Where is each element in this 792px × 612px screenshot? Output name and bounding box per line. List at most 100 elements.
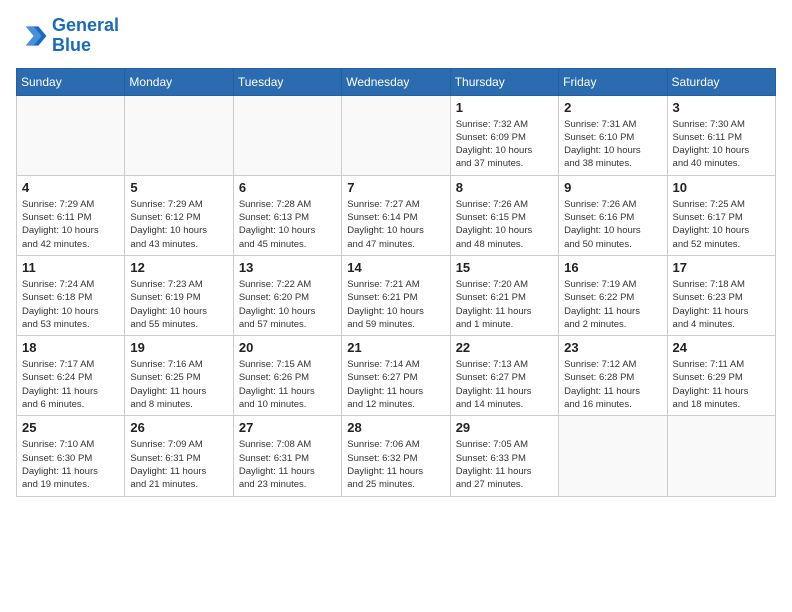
calendar-cell: 21 Sunrise: 7:14 AM Sunset: 6:27 PM Dayli… — [342, 336, 450, 416]
calendar-cell: 3 Sunrise: 7:30 AM Sunset: 6:11 PM Daylig… — [667, 95, 775, 175]
day-info: Sunrise: 7:22 AM Sunset: 6:20 PM Dayligh… — [239, 278, 336, 331]
day-info: Sunrise: 7:14 AM Sunset: 6:27 PM Dayligh… — [347, 358, 444, 411]
day-number: 9 — [564, 180, 661, 195]
calendar-cell: 10 Sunrise: 7:25 AM Sunset: 6:17 PM Dayli… — [667, 175, 775, 255]
weekday-header-sunday: Sunday — [17, 68, 125, 95]
day-info: Sunrise: 7:23 AM Sunset: 6:19 PM Dayligh… — [130, 278, 227, 331]
day-number: 11 — [22, 260, 119, 275]
weekday-header-wednesday: Wednesday — [342, 68, 450, 95]
calendar-week-row: 18 Sunrise: 7:17 AM Sunset: 6:24 PM Dayli… — [17, 336, 776, 416]
day-info: Sunrise: 7:21 AM Sunset: 6:21 PM Dayligh… — [347, 278, 444, 331]
calendar-cell: 9 Sunrise: 7:26 AM Sunset: 6:16 PM Daylig… — [559, 175, 667, 255]
day-number: 2 — [564, 100, 661, 115]
page-header: General Blue — [16, 16, 776, 56]
calendar-cell: 11 Sunrise: 7:24 AM Sunset: 6:18 PM Dayli… — [17, 255, 125, 335]
calendar-cell: 28 Sunrise: 7:06 AM Sunset: 6:32 PM Dayli… — [342, 416, 450, 496]
day-number: 26 — [130, 420, 227, 435]
day-number: 3 — [673, 100, 770, 115]
day-number: 29 — [456, 420, 553, 435]
calendar-cell: 20 Sunrise: 7:15 AM Sunset: 6:26 PM Dayli… — [233, 336, 341, 416]
calendar-cell: 8 Sunrise: 7:26 AM Sunset: 6:15 PM Daylig… — [450, 175, 558, 255]
calendar-cell: 23Sunrise: 7:12 AM Sunset: 6:28 PM Dayli… — [559, 336, 667, 416]
logo-icon — [16, 20, 48, 52]
day-info: Sunrise: 7:08 AM Sunset: 6:31 PM Dayligh… — [239, 438, 336, 491]
calendar-cell — [342, 95, 450, 175]
day-info: Sunrise: 7:19 AM Sunset: 6:22 PM Dayligh… — [564, 278, 661, 331]
calendar-cell: 27 Sunrise: 7:08 AM Sunset: 6:31 PM Dayli… — [233, 416, 341, 496]
day-number: 19 — [130, 340, 227, 355]
calendar-cell: 5 Sunrise: 7:29 AM Sunset: 6:12 PM Daylig… — [125, 175, 233, 255]
calendar-cell — [17, 95, 125, 175]
day-number: 18 — [22, 340, 119, 355]
weekday-header-thursday: Thursday — [450, 68, 558, 95]
calendar-cell: 29Sunrise: 7:05 AM Sunset: 6:33 PM Dayli… — [450, 416, 558, 496]
day-number: 24 — [673, 340, 770, 355]
day-number: 28 — [347, 420, 444, 435]
day-number: 10 — [673, 180, 770, 195]
day-info: Sunrise: 7:17 AM Sunset: 6:24 PM Dayligh… — [22, 358, 119, 411]
day-info: Sunrise: 7:31 AM Sunset: 6:10 PM Dayligh… — [564, 118, 661, 171]
weekday-header-row: SundayMondayTuesdayWednesdayThursdayFrid… — [17, 68, 776, 95]
logo: General Blue — [16, 16, 119, 56]
day-number: 12 — [130, 260, 227, 275]
calendar-table: SundayMondayTuesdayWednesdayThursdayFrid… — [16, 68, 776, 497]
calendar-week-row: 25Sunrise: 7:10 AM Sunset: 6:30 PM Dayli… — [17, 416, 776, 496]
day-info: Sunrise: 7:26 AM Sunset: 6:16 PM Dayligh… — [564, 198, 661, 251]
day-info: Sunrise: 7:30 AM Sunset: 6:11 PM Dayligh… — [673, 118, 770, 171]
weekday-header-tuesday: Tuesday — [233, 68, 341, 95]
day-number: 5 — [130, 180, 227, 195]
calendar-cell: 12 Sunrise: 7:23 AM Sunset: 6:19 PM Dayli… — [125, 255, 233, 335]
day-info: Sunrise: 7:18 AM Sunset: 6:23 PM Dayligh… — [673, 278, 770, 331]
day-number: 4 — [22, 180, 119, 195]
day-info: Sunrise: 7:13 AM Sunset: 6:27 PM Dayligh… — [456, 358, 553, 411]
day-info: Sunrise: 7:29 AM Sunset: 6:11 PM Dayligh… — [22, 198, 119, 251]
calendar-cell: 25Sunrise: 7:10 AM Sunset: 6:30 PM Dayli… — [17, 416, 125, 496]
day-number: 14 — [347, 260, 444, 275]
day-number: 1 — [456, 100, 553, 115]
day-number: 21 — [347, 340, 444, 355]
day-info: Sunrise: 7:09 AM Sunset: 6:31 PM Dayligh… — [130, 438, 227, 491]
calendar-cell: 22Sunrise: 7:13 AM Sunset: 6:27 PM Dayli… — [450, 336, 558, 416]
calendar-cell: 4 Sunrise: 7:29 AM Sunset: 6:11 PM Daylig… — [17, 175, 125, 255]
weekday-header-monday: Monday — [125, 68, 233, 95]
day-info: Sunrise: 7:12 AM Sunset: 6:28 PM Dayligh… — [564, 358, 661, 411]
calendar-cell — [667, 416, 775, 496]
day-number: 25 — [22, 420, 119, 435]
calendar-cell: 19 Sunrise: 7:16 AM Sunset: 6:25 PM Dayli… — [125, 336, 233, 416]
calendar-cell — [125, 95, 233, 175]
day-number: 7 — [347, 180, 444, 195]
calendar-cell: 15 Sunrise: 7:20 AM Sunset: 6:21 PM Dayli… — [450, 255, 558, 335]
weekday-header-saturday: Saturday — [667, 68, 775, 95]
calendar-week-row: 1 Sunrise: 7:32 AM Sunset: 6:09 PM Daylig… — [17, 95, 776, 175]
calendar-cell: 1 Sunrise: 7:32 AM Sunset: 6:09 PM Daylig… — [450, 95, 558, 175]
day-number: 8 — [456, 180, 553, 195]
calendar-cell: 16 Sunrise: 7:19 AM Sunset: 6:22 PM Dayli… — [559, 255, 667, 335]
calendar-cell: 18 Sunrise: 7:17 AM Sunset: 6:24 PM Dayli… — [17, 336, 125, 416]
calendar-cell: 14 Sunrise: 7:21 AM Sunset: 6:21 PM Dayli… — [342, 255, 450, 335]
calendar-cell: 17 Sunrise: 7:18 AM Sunset: 6:23 PM Dayli… — [667, 255, 775, 335]
day-info: Sunrise: 7:24 AM Sunset: 6:18 PM Dayligh… — [22, 278, 119, 331]
day-info: Sunrise: 7:16 AM Sunset: 6:25 PM Dayligh… — [130, 358, 227, 411]
calendar-cell: 13 Sunrise: 7:22 AM Sunset: 6:20 PM Dayli… — [233, 255, 341, 335]
day-number: 13 — [239, 260, 336, 275]
day-info: Sunrise: 7:28 AM Sunset: 6:13 PM Dayligh… — [239, 198, 336, 251]
day-info: Sunrise: 7:32 AM Sunset: 6:09 PM Dayligh… — [456, 118, 553, 171]
day-number: 16 — [564, 260, 661, 275]
logo-text: General Blue — [52, 16, 119, 56]
calendar-cell: 24 Sunrise: 7:11 AM Sunset: 6:29 PM Dayli… — [667, 336, 775, 416]
day-number: 20 — [239, 340, 336, 355]
day-info: Sunrise: 7:06 AM Sunset: 6:32 PM Dayligh… — [347, 438, 444, 491]
calendar-cell: 26 Sunrise: 7:09 AM Sunset: 6:31 PM Dayli… — [125, 416, 233, 496]
day-number: 17 — [673, 260, 770, 275]
day-number: 27 — [239, 420, 336, 435]
day-info: Sunrise: 7:25 AM Sunset: 6:17 PM Dayligh… — [673, 198, 770, 251]
day-number: 6 — [239, 180, 336, 195]
calendar-cell: 2 Sunrise: 7:31 AM Sunset: 6:10 PM Daylig… — [559, 95, 667, 175]
day-info: Sunrise: 7:11 AM Sunset: 6:29 PM Dayligh… — [673, 358, 770, 411]
day-info: Sunrise: 7:15 AM Sunset: 6:26 PM Dayligh… — [239, 358, 336, 411]
day-info: Sunrise: 7:29 AM Sunset: 6:12 PM Dayligh… — [130, 198, 227, 251]
day-info: Sunrise: 7:20 AM Sunset: 6:21 PM Dayligh… — [456, 278, 553, 331]
day-number: 15 — [456, 260, 553, 275]
weekday-header-friday: Friday — [559, 68, 667, 95]
day-info: Sunrise: 7:26 AM Sunset: 6:15 PM Dayligh… — [456, 198, 553, 251]
